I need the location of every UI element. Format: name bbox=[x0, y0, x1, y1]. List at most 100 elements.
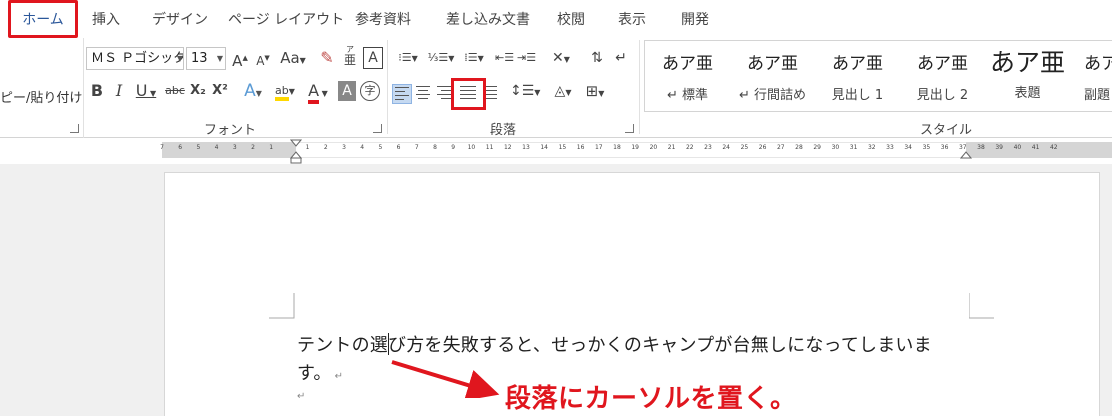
shrink-font-button[interactable]: A▼ bbox=[255, 47, 271, 69]
tab-design[interactable]: デザイン bbox=[152, 0, 208, 38]
clipboard-dialog-launcher-icon[interactable] bbox=[70, 124, 79, 133]
font-size-dropdown-icon[interactable]: ▼ bbox=[214, 47, 226, 70]
style-sample: あア亜 bbox=[662, 54, 713, 74]
style-sample: あア亜 bbox=[989, 48, 1065, 77]
style-no-spacing[interactable]: あア亜 ↵ 行間詰め bbox=[730, 41, 815, 113]
style-heading-1[interactable]: あア亜 見出し 1 bbox=[815, 41, 900, 113]
ruler-number: 18 bbox=[613, 144, 621, 151]
show-hide-marks-button[interactable]: ↵ bbox=[612, 47, 630, 69]
phonetic-guide-base: 亜 bbox=[343, 53, 356, 67]
ruler-number: 21 bbox=[667, 144, 676, 151]
enclose-characters-button[interactable]: 字 bbox=[360, 81, 380, 101]
document-text-line[interactable]: す。 ↵ bbox=[297, 359, 343, 385]
style-subtitle[interactable]: あア 副題 bbox=[1070, 41, 1112, 113]
change-case-button[interactable]: Aa▼ bbox=[280, 47, 306, 69]
margin-corner-mark bbox=[969, 293, 994, 319]
style-sample: あア bbox=[1084, 54, 1112, 74]
annotation-arrow-icon bbox=[391, 360, 500, 398]
italic-icon: I bbox=[115, 81, 123, 100]
italic-button[interactable]: I bbox=[112, 80, 126, 102]
subscript-button[interactable]: X₂ bbox=[189, 80, 207, 102]
underline-icon: U bbox=[135, 81, 148, 100]
shading-button[interactable]: ◬▼ bbox=[548, 80, 578, 102]
font-color-icon: A bbox=[308, 81, 320, 104]
increase-indent-button[interactable]: ⇥☰ bbox=[517, 47, 536, 69]
tab-insert[interactable]: 挿入 bbox=[92, 0, 120, 38]
strikethrough-icon: abc bbox=[165, 84, 185, 97]
align-left-icon bbox=[395, 87, 409, 100]
tab-developer[interactable]: 開発 bbox=[681, 0, 709, 38]
font-name-dropdown-icon[interactable]: ▼ bbox=[174, 47, 186, 70]
superscript-button[interactable]: X² bbox=[211, 80, 229, 102]
phonetic-guide-button[interactable]: ア亜 bbox=[342, 44, 358, 70]
paragraph-mark-icon: ↵ bbox=[297, 391, 306, 402]
text-effects-button[interactable]: A▼ bbox=[240, 80, 266, 102]
font-color-button[interactable]: A ▼ bbox=[304, 80, 332, 104]
highlight-color-button[interactable]: ab▼ bbox=[270, 80, 300, 102]
sort-button[interactable]: ⇅ bbox=[588, 47, 606, 69]
character-shading-button[interactable]: A bbox=[338, 81, 356, 101]
asian-layout-icon: ✕ bbox=[552, 50, 564, 66]
tab-references[interactable]: 参考資料 bbox=[355, 0, 411, 38]
paragraph-dialog-launcher-icon[interactable] bbox=[625, 124, 634, 133]
style-name: 見出し 1 bbox=[831, 88, 884, 103]
empty-paragraph[interactable]: ↵ bbox=[297, 391, 306, 402]
borders-icon: ⊞ bbox=[585, 82, 599, 100]
change-case-icon: Aa bbox=[280, 49, 300, 67]
ruler-number: 16 bbox=[576, 144, 585, 151]
ruler-number: 2 bbox=[251, 144, 255, 151]
ruler-number: 1 bbox=[305, 144, 310, 151]
tab-view[interactable]: 表示 bbox=[618, 0, 646, 38]
ruler-number: 19 bbox=[631, 144, 639, 151]
indent-markers-icon[interactable] bbox=[290, 139, 302, 165]
numbering-button[interactable]: ⅓☰▼ bbox=[425, 47, 457, 69]
ruler-number: 20 bbox=[649, 144, 658, 151]
justify-highlight-box bbox=[451, 78, 486, 110]
asian-layout-button[interactable]: ✕▼ bbox=[546, 47, 576, 69]
text-effects-icon: A bbox=[244, 81, 256, 101]
ruler-number: 5 bbox=[196, 144, 201, 151]
tab-home[interactable]: ホーム bbox=[8, 0, 78, 38]
align-left-button[interactable] bbox=[392, 84, 412, 104]
bold-button[interactable]: B bbox=[90, 80, 104, 102]
clear-formatting-button[interactable]: ✎ bbox=[318, 47, 336, 69]
horizontal-ruler[interactable]: 7 6 5 4 3 2 1 1 2 3 4 5 6 7 8 9 10 11 12 13 14 15 16 17 18 19 20 21… bbox=[0, 139, 1112, 164]
font-dialog-launcher-icon[interactable] bbox=[373, 124, 382, 133]
numbering-icon: ⅓☰ bbox=[427, 51, 449, 64]
clipboard-group: ピー/貼り付け bbox=[0, 38, 84, 138]
annotation-text: 段落にカーソルを置く。 bbox=[505, 384, 797, 414]
right-indent-marker-icon[interactable] bbox=[960, 150, 972, 160]
format-painter-button[interactable]: ピー/貼り付け bbox=[0, 87, 82, 106]
ruler-number: 8 bbox=[433, 144, 437, 151]
grow-font-button[interactable]: A▲ bbox=[232, 47, 248, 70]
strikethrough-button[interactable]: abc bbox=[164, 80, 186, 102]
font-group-label: フォント bbox=[204, 123, 257, 138]
font-name-select[interactable]: ＭＳ Ｐゴシック bbox=[86, 47, 184, 70]
group-separator bbox=[639, 40, 640, 134]
ruler-number: 12 bbox=[503, 144, 512, 151]
style-normal[interactable]: あア亜 ↵ 標準 bbox=[645, 41, 730, 113]
character-border-button[interactable]: A bbox=[363, 47, 383, 69]
ruler-number: 2 bbox=[323, 144, 328, 151]
ruler-number: 42 bbox=[1049, 144, 1058, 151]
align-center-button[interactable] bbox=[416, 86, 432, 100]
ruler-number: 35 bbox=[922, 144, 931, 151]
tab-mailings[interactable]: 差し込み文書 bbox=[446, 0, 530, 38]
ruler-number: 15 bbox=[558, 144, 567, 151]
style-heading-2[interactable]: あア亜 見出し 2 bbox=[900, 41, 985, 113]
style-title[interactable]: あア亜 表題 bbox=[985, 41, 1070, 113]
line-spacing-button[interactable]: ↕☰▼ bbox=[510, 80, 540, 102]
bullets-button[interactable]: ⁝☰▼ bbox=[392, 47, 424, 69]
ruler-number: 40 bbox=[1013, 144, 1022, 151]
highlighter-icon: ab bbox=[275, 84, 289, 101]
tab-review[interactable]: 校閲 bbox=[557, 0, 585, 38]
decrease-indent-button[interactable]: ⇤☰ bbox=[495, 47, 514, 69]
ruler-number: 41 bbox=[1031, 144, 1040, 151]
multilevel-list-button[interactable]: ⁞☰▼ bbox=[458, 47, 490, 69]
borders-button[interactable]: ⊞▼ bbox=[580, 80, 610, 102]
paragraph-mark-icon: ↵ bbox=[334, 371, 344, 382]
tab-page-layout[interactable]: ページ レイアウト bbox=[228, 0, 344, 38]
underline-button[interactable]: U ▼ bbox=[134, 80, 158, 102]
enclose-characters-icon: 字 bbox=[364, 84, 376, 97]
ruler-number: 7 bbox=[160, 144, 164, 151]
